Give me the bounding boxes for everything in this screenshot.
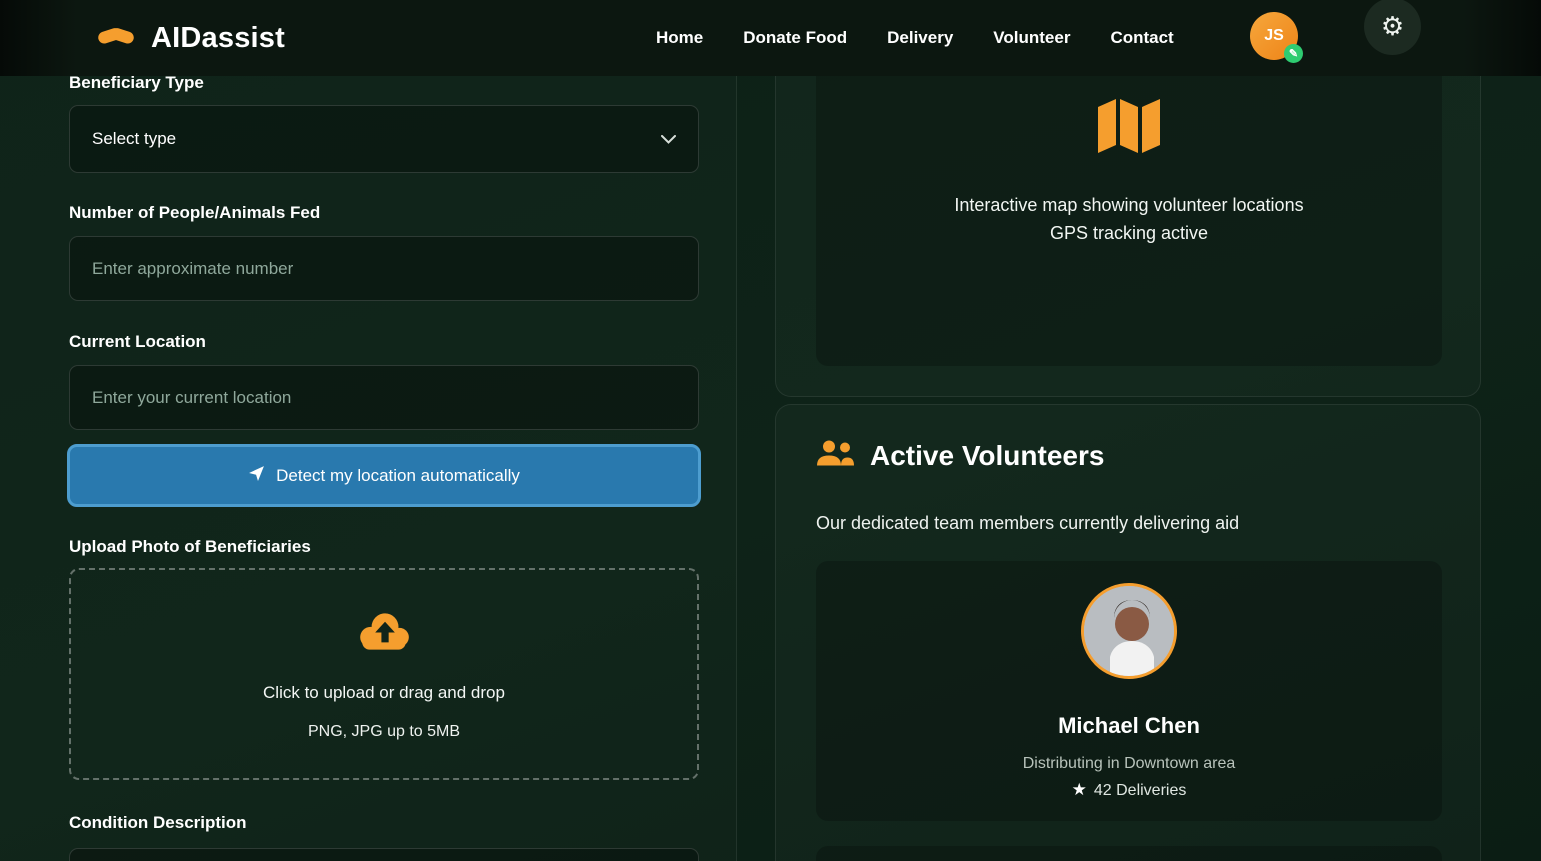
top-navbar: AIDassist Home Donate Food Delivery Volu… [0, 0, 1541, 76]
volunteer-status: Distributing in Downtown area [1022, 755, 1236, 772]
main-nav: Home Donate Food Delivery Volunteer Cont… [656, 0, 1174, 76]
chevron-down-icon [661, 129, 676, 149]
detect-location-button-label: Detect my location automatically [276, 465, 520, 485]
volunteer-deliveries: ★ 42 Deliveries [816, 780, 1442, 800]
upload-photo-label: Upload Photo of Beneficiaries [69, 537, 311, 556]
active-volunteers-header: Active Volunteers [816, 439, 1104, 473]
user-avatar-initials: JS [1264, 27, 1284, 44]
map-caption-line1: Interactive map showing volunteer locati… [954, 195, 1304, 215]
current-location-label: Current Location [69, 332, 206, 351]
map-icon [1098, 99, 1160, 158]
gear-icon: ⚙ [1380, 11, 1405, 41]
nav-link-donate-food[interactable]: Donate Food [743, 28, 847, 48]
volunteer-name: Michael Chen [1058, 713, 1200, 738]
condition-description-label: Condition Description [69, 813, 247, 832]
people-fed-label: Number of People/Animals Fed [69, 203, 321, 222]
pencil-icon: ✎ [1288, 48, 1299, 60]
beneficiary-type-select[interactable]: Select type [69, 105, 699, 173]
upload-cta-text: Click to upload or drag and drop [263, 683, 505, 702]
map-caption-line2: GPS tracking active [1049, 223, 1209, 243]
nav-link-contact[interactable]: Contact [1110, 28, 1173, 48]
condition-description-textarea[interactable] [69, 848, 699, 861]
volunteer-deliveries-count: 42 Deliveries [1093, 782, 1187, 799]
volunteer-photo [1081, 583, 1177, 679]
star-icon: ★ [1071, 780, 1087, 799]
nav-link-home[interactable]: Home [656, 28, 703, 48]
volunteer-card: Michael Chen Distributing in Downtown ar… [816, 561, 1442, 821]
settings-button[interactable]: ⚙ [1364, 0, 1421, 55]
active-volunteers-card: Active Volunteers Our dedicated team mem… [775, 404, 1481, 861]
beneficiary-type-selected-value: Select type [92, 129, 177, 148]
edit-profile-badge: ✎ [1284, 44, 1303, 63]
navigation-arrow-icon [248, 465, 265, 487]
photo-upload-dropzone[interactable]: Click to upload or drag and drop PNG, JP… [69, 568, 699, 780]
active-volunteers-title: Active Volunteers [870, 440, 1105, 471]
nav-link-volunteer[interactable]: Volunteer [993, 28, 1070, 48]
active-volunteers-subtitle: Our dedicated team members currently del… [816, 513, 1240, 533]
app-window: Beneficiary Type Select type Number of P… [0, 0, 1541, 861]
volunteer-card-partial [816, 846, 1442, 861]
people-fed-input[interactable] [69, 236, 699, 301]
beneficiary-type-label: Beneficiary Type [69, 73, 204, 92]
report-form-panel: Beneficiary Type Select type Number of P… [0, 0, 737, 861]
user-avatar[interactable]: JS ✎ [1250, 12, 1303, 63]
brand-logo[interactable]: AIDassist [94, 0, 285, 76]
people-group-icon [816, 439, 854, 473]
detect-location-button[interactable]: Detect my location automatically [67, 444, 701, 507]
nav-link-delivery[interactable]: Delivery [887, 28, 953, 48]
upload-hint-text: PNG, JPG up to 5MB [307, 723, 461, 740]
handshake-icon [94, 19, 138, 58]
brand-name: AIDassist [151, 21, 285, 54]
cloud-upload-icon [354, 610, 414, 657]
current-location-input[interactable] [69, 365, 699, 430]
